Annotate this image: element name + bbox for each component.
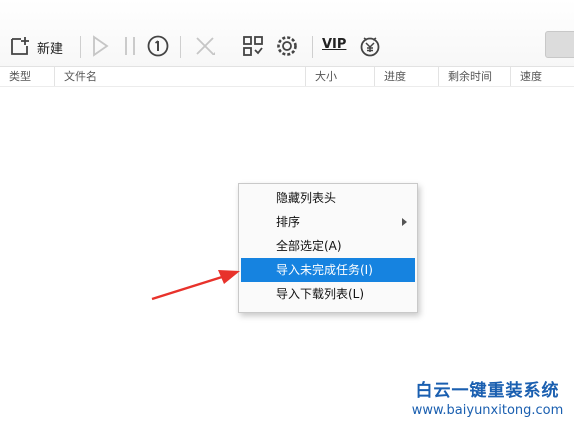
column-size[interactable]: 大小 [305, 67, 374, 86]
menu-item-select-all[interactable]: 全部选定(A) [241, 234, 415, 258]
menu-item-import-unfinished[interactable]: 导入未完成任务(I) [241, 258, 415, 282]
speed-limit-icon[interactable] [146, 34, 170, 58]
toolbar-divider [80, 36, 81, 58]
column-speed[interactable]: 速度 [510, 67, 574, 86]
play-icon[interactable] [88, 34, 112, 58]
toolbar-divider [180, 36, 181, 58]
column-progress[interactable]: 进度 [374, 67, 438, 86]
new-task-label[interactable]: 新建 [37, 38, 63, 57]
column-type[interactable]: 类型 [0, 67, 54, 86]
submenu-arrow-icon [402, 218, 407, 226]
qr-code-icon[interactable] [241, 34, 265, 58]
delete-icon[interactable] [193, 34, 217, 58]
pause-icon[interactable] [118, 34, 142, 58]
toolbar-divider [312, 36, 313, 58]
yen-icon[interactable] [358, 34, 382, 58]
toolbar: 新建 VIP [0, 0, 574, 66]
menu-item-sort[interactable]: 排序 [241, 210, 415, 234]
menu-item-import-list[interactable]: 导入下载列表(L) [241, 282, 415, 306]
new-task-icon[interactable] [8, 34, 32, 58]
vip-icon[interactable]: VIP [322, 37, 346, 52]
context-menu: 隐藏列表头 排序 全部选定(A) 导入未完成任务(I) 导入下载列表(L) [238, 183, 418, 313]
red-arrow-annotation [151, 270, 240, 301]
settings-icon[interactable] [275, 34, 299, 58]
menu-item-hide-header[interactable]: 隐藏列表头 [241, 186, 415, 210]
download-manager-window: 新建 VIP 类型 文件名 大小 进度 剩余时间 速度 隐藏列表头 排序 全部选… [0, 0, 574, 432]
search-box[interactable] [545, 31, 574, 58]
watermark-url: www.baiyunxitong.com [411, 403, 564, 418]
column-remaining-time[interactable]: 剩余时间 [438, 67, 510, 86]
watermark-title: 白云一键重装系统 [415, 381, 560, 401]
watermark: 白云一键重装系统 www.baiyunxitong.com [405, 376, 570, 418]
column-header: 类型 文件名 大小 进度 剩余时间 速度 [0, 66, 574, 87]
column-filename[interactable]: 文件名 [54, 67, 305, 86]
